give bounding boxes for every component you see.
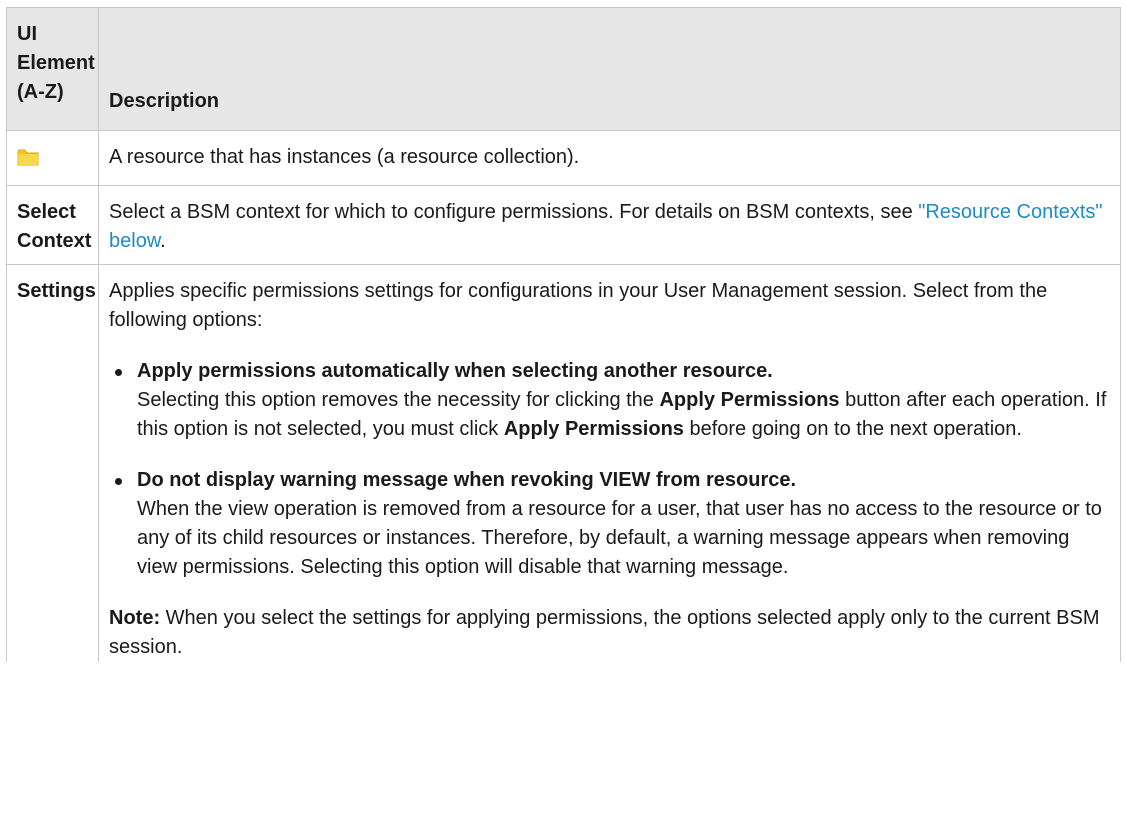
header-description: Description (98, 7, 1121, 131)
ui-element-label-line-2: Context (17, 230, 92, 252)
description-cell: A resource that has instances (a resourc… (98, 130, 1121, 186)
option-text: Selecting this option removes the necess… (137, 389, 660, 411)
header-ui-element-line-3: (A-Z) (17, 81, 64, 103)
note-label: Note: (109, 607, 161, 629)
option-text: When the view operation is removed from … (137, 498, 1102, 578)
ui-element-cell: Select Context (6, 185, 99, 265)
note-text: When you select the settings for applyin… (109, 607, 1100, 658)
list-item: Do not display warning message when revo… (109, 466, 1110, 582)
header-ui-element: UI Element (A-Z) (6, 7, 99, 131)
option-text: before going on to the next operation. (683, 418, 1022, 440)
table-row: A resource that has instances (a resourc… (6, 130, 1121, 186)
ui-elements-table: UI Element (A-Z) Description A resource th… (6, 7, 1121, 662)
table-header-row: UI Element (A-Z) Description (6, 7, 1121, 131)
ui-element-cell (6, 130, 99, 186)
table-row: Settings Applies specific permissions se… (6, 264, 1121, 662)
option-title: Apply permissions automatically when sel… (137, 360, 773, 382)
option-bold-term: Apply Permissions (659, 389, 840, 411)
description-cell: Select a BSM context for which to config… (98, 185, 1121, 265)
description-cell: Applies specific permissions settings fo… (98, 264, 1121, 662)
list-item: Apply permissions automatically when sel… (109, 357, 1110, 444)
table-row: Select Context Select a BSM context for w… (6, 185, 1121, 265)
description-text-end: . (160, 230, 166, 252)
settings-intro: Applies specific permissions settings fo… (109, 280, 1048, 331)
settings-note: Note: When you select the settings for a… (109, 604, 1110, 662)
option-bold-term: Apply Permissions (503, 418, 684, 440)
ui-element-cell: Settings (6, 264, 99, 662)
description-text: Select a BSM context for which to config… (109, 201, 919, 223)
option-title: Do not display warning message when revo… (137, 469, 797, 491)
settings-options-list: Apply permissions automatically when sel… (109, 357, 1110, 582)
header-ui-element-line-1: UI (17, 23, 37, 45)
header-ui-element-line-2: Element (17, 52, 95, 74)
folder-icon (17, 146, 39, 166)
ui-element-label-line-1: Select (17, 201, 76, 223)
